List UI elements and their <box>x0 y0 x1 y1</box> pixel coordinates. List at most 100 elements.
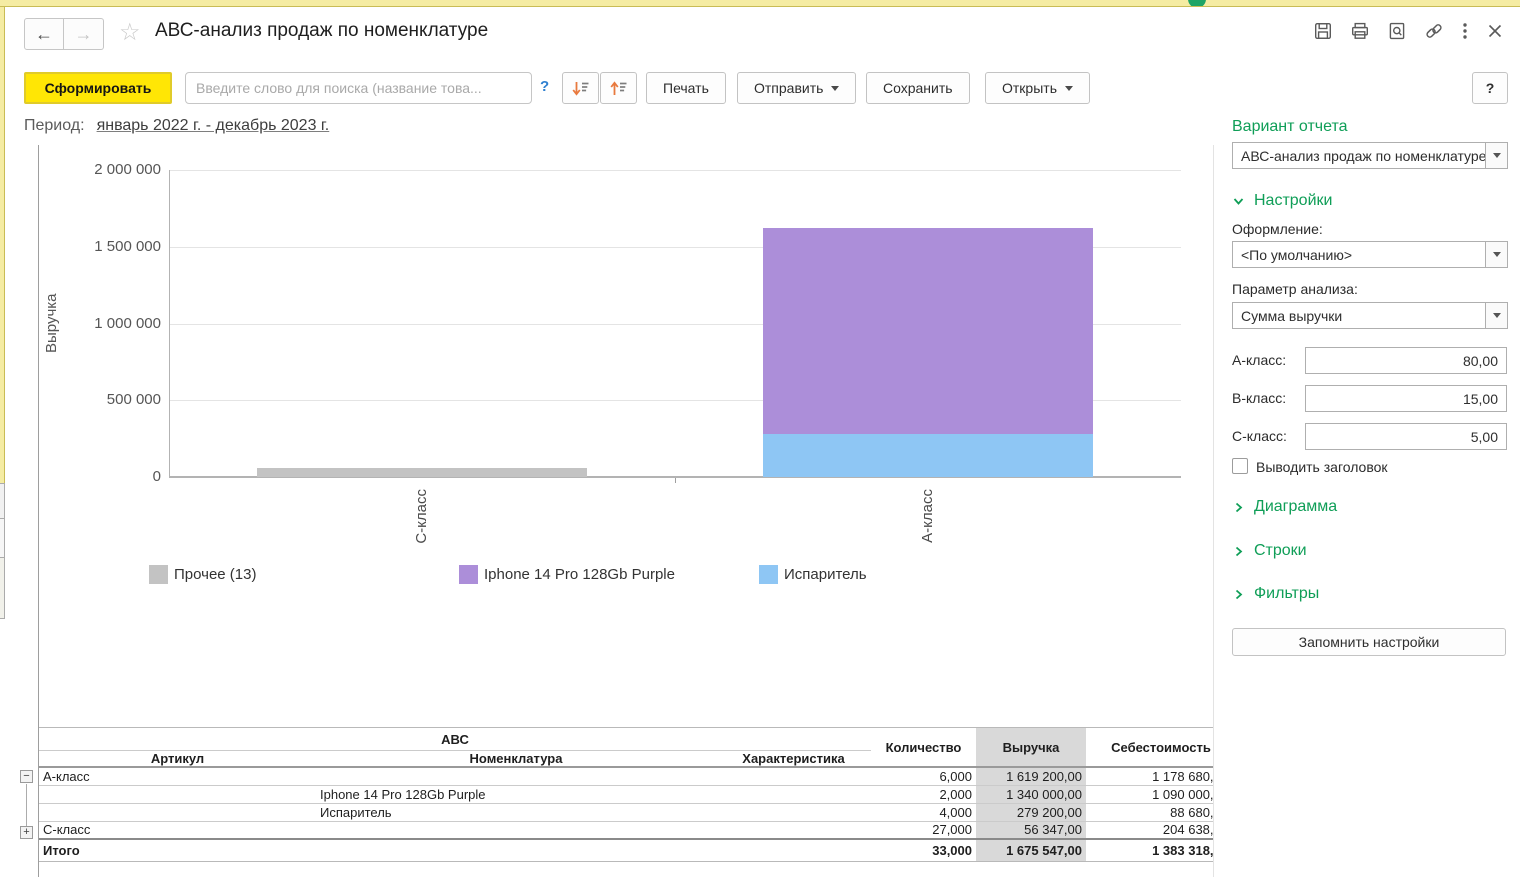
bar-segment[interactable] <box>763 434 1093 477</box>
settings-section-label: Настройки <box>1254 192 1332 210</box>
expand-group-button[interactable]: + <box>20 826 33 839</box>
collapse-group-button[interactable]: − <box>20 770 33 783</box>
preview-icon[interactable] <box>1387 21 1407 41</box>
cell-characteristic <box>716 767 871 785</box>
cell-quantity: 6,000 <box>871 767 976 785</box>
bar-segment[interactable] <box>763 228 1093 434</box>
send-button-label: Отправить <box>754 80 823 96</box>
back-button[interactable]: ← <box>24 18 64 50</box>
table-row-total[interactable]: Итого 33,0001 675 547,001 383 318,00 <box>39 839 1213 861</box>
legend-item: Iphone 14 Pro 128Gb Purple <box>459 565 675 584</box>
column-header[interactable]: Себестоимость <box>1086 728 1213 768</box>
table-row-group-closed[interactable]: С-класс27,00056 347,00204 638,00 <box>39 821 1213 839</box>
chevron-down-icon <box>1493 252 1501 257</box>
period-row: Период: январь 2022 г. - декабрь 2023 г. <box>24 117 329 135</box>
y-axis-line <box>169 170 170 477</box>
section-rows[interactable]: Строки <box>1232 542 1307 560</box>
cell-articul: Итого <box>39 839 316 861</box>
cell-revenue: 279 200,00 <box>976 803 1086 821</box>
save-button[interactable]: Сохранить <box>866 72 970 104</box>
analysis-param-value: Сумма выручки <box>1233 303 1485 328</box>
period-label: Период: <box>24 117 85 134</box>
table-row-item[interactable]: Iphone 14 Pro 128Gb Purple 2,0001 340 000… <box>39 785 1213 803</box>
legend-swatch <box>459 565 478 584</box>
left-edge-segment <box>0 558 5 619</box>
forward-arrow-icon: → <box>75 24 93 45</box>
cell-nomenclature <box>316 839 716 861</box>
table-group-header: АВС <box>39 728 871 751</box>
favorite-star-icon[interactable]: ☆ <box>119 18 141 47</box>
section-diagram[interactable]: Диаграмма <box>1232 498 1337 516</box>
table-row-group-open[interactable]: А-класс6,0001 619 200,001 178 680,00 <box>39 767 1213 785</box>
a-class-label: А-класс: <box>1232 352 1286 368</box>
sort-asc-button[interactable] <box>600 72 637 104</box>
section-filters-label: Фильтры <box>1254 585 1319 603</box>
more-icon[interactable] <box>1461 21 1469 41</box>
report-table-grid: АВСКоличествоВыручкаСебестоимость Артикул… <box>39 727 1213 862</box>
section-filters[interactable]: Фильтры <box>1232 585 1319 603</box>
show-title-checkbox[interactable] <box>1232 458 1248 474</box>
cell-cost: 1 383 318,00 <box>1086 839 1213 861</box>
legend-label: Испаритель <box>784 566 867 583</box>
legend-label: Прочее (13) <box>174 566 256 583</box>
settings-section-header[interactable]: Настройки <box>1232 192 1332 210</box>
search-input[interactable] <box>185 72 532 104</box>
print-icon[interactable] <box>1350 21 1370 41</box>
generate-button[interactable]: Сформировать <box>24 72 172 104</box>
open-button[interactable]: Открыть <box>985 72 1090 104</box>
sort-desc-icon <box>570 78 591 99</box>
search-help-mark[interactable]: ? <box>540 78 549 95</box>
cell-revenue: 1 340 000,00 <box>976 785 1086 803</box>
analysis-param-select[interactable]: Сумма выручки <box>1232 302 1508 329</box>
close-icon[interactable] <box>1486 22 1504 40</box>
a-class-input[interactable] <box>1305 347 1507 374</box>
back-arrow-icon: ← <box>35 24 53 45</box>
link-icon[interactable] <box>1424 21 1444 41</box>
legend-swatch <box>759 565 778 584</box>
period-link[interactable]: январь 2022 г. - декабрь 2023 г. <box>97 117 330 134</box>
report-variant-value: АВС-анализ продаж по номенклатуре <box>1233 143 1485 168</box>
send-button[interactable]: Отправить <box>737 72 856 104</box>
report-variant-select[interactable]: АВС-анализ продаж по номенклатуре <box>1232 142 1508 169</box>
left-edge-segment <box>0 7 5 483</box>
window-icons <box>1313 21 1504 41</box>
chevron-down-icon <box>1232 195 1245 208</box>
combo-arrow-button[interactable] <box>1485 242 1507 267</box>
remember-settings-button[interactable]: Запомнить настройки <box>1232 628 1506 656</box>
table-row-item[interactable]: Испаритель4,000279 200,0088 680,00 <box>39 803 1213 821</box>
column-header[interactable]: Характеристика <box>716 751 871 768</box>
panel-divider <box>1213 145 1214 877</box>
cell-characteristic <box>716 785 871 803</box>
appearance-value: <По умолчанию> <box>1233 242 1485 267</box>
print-button[interactable]: Печать <box>646 72 726 104</box>
chevron-right-icon <box>1232 501 1245 514</box>
column-header[interactable]: Количество <box>871 728 976 768</box>
column-header[interactable]: Номенклатура <box>316 751 716 768</box>
report-table: АВСКоличествоВыручкаСебестоимость Артикул… <box>39 727 1213 862</box>
forward-button[interactable]: → <box>64 18 104 50</box>
cell-quantity: 33,000 <box>871 839 976 861</box>
b-class-input[interactable] <box>1305 385 1507 412</box>
column-header[interactable]: Выручка <box>976 728 1086 768</box>
bar-segment[interactable] <box>257 468 587 477</box>
section-rows-label: Строки <box>1254 542 1307 560</box>
open-button-label: Открыть <box>1002 80 1057 96</box>
combo-arrow-button[interactable] <box>1485 303 1507 328</box>
cell-revenue: 1 675 547,00 <box>976 839 1086 861</box>
c-class-input[interactable] <box>1305 423 1507 450</box>
cell-quantity: 2,000 <box>871 785 976 803</box>
gridline <box>169 170 1181 171</box>
combo-arrow-button[interactable] <box>1485 143 1507 168</box>
analysis-param-label: Параметр анализа: <box>1232 281 1358 297</box>
appearance-select[interactable]: <По умолчанию> <box>1232 241 1508 268</box>
column-header[interactable]: Артикул <box>39 751 316 768</box>
help-button[interactable]: ? <box>1472 72 1508 104</box>
save-icon[interactable] <box>1313 21 1333 41</box>
cell-nomenclature: Iphone 14 Pro 128Gb Purple <box>316 785 716 803</box>
c-class-label: С-класс: <box>1232 428 1287 444</box>
cell-cost: 88 680,00 <box>1086 803 1213 821</box>
chevron-right-icon <box>1232 545 1245 558</box>
notification-dot <box>1188 0 1206 7</box>
report-variant-title: Вариант отчета <box>1232 118 1348 136</box>
sort-desc-button[interactable] <box>562 72 599 104</box>
